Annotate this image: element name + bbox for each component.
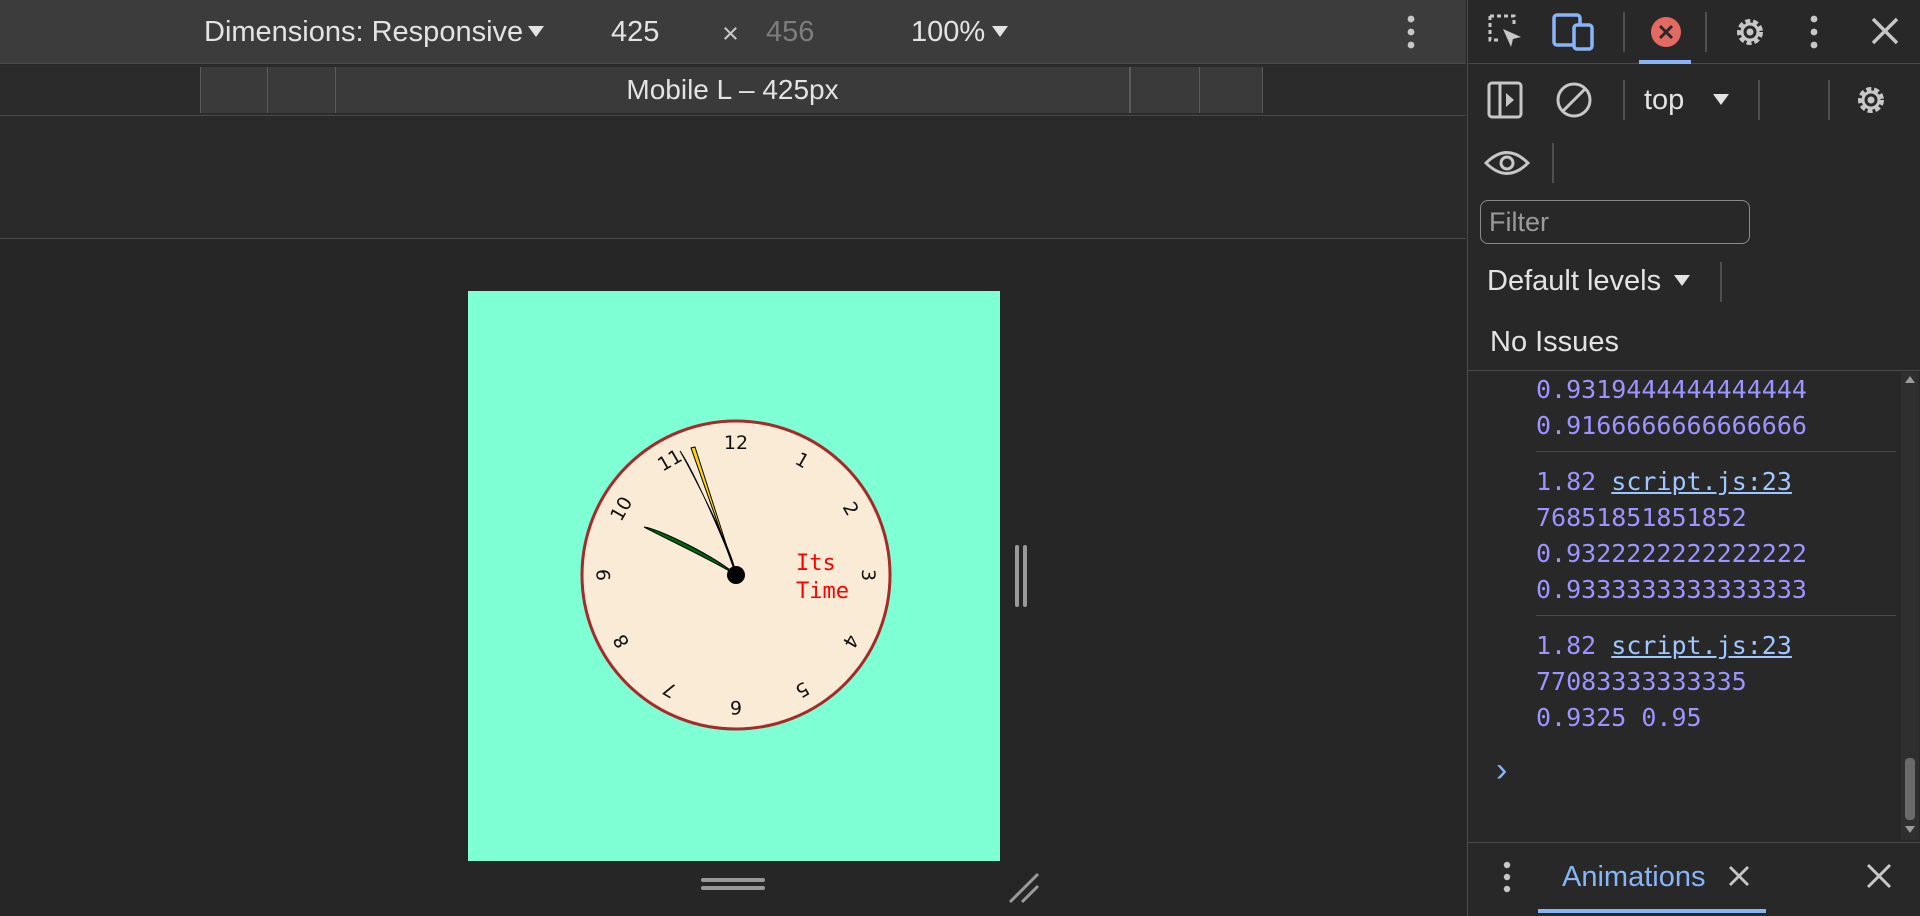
active-tab-indicator bbox=[1639, 60, 1691, 64]
console-prompt-icon[interactable]: › bbox=[1496, 751, 1507, 790]
tab-animations-label: Animations bbox=[1562, 861, 1706, 893]
ruler-segment[interactable] bbox=[267, 67, 336, 113]
close-icon[interactable] bbox=[1868, 14, 1902, 48]
close-tab-icon[interactable] bbox=[1726, 863, 1752, 889]
dimensions-label: Dimensions: Responsive bbox=[204, 16, 524, 48]
close-drawer-icon[interactable] bbox=[1864, 861, 1894, 891]
ruler-segment-mobile-l[interactable]: Mobile L – 425px bbox=[335, 67, 1130, 113]
log-value: 1.82 bbox=[1536, 467, 1597, 496]
dimensions-dropdown[interactable]: Dimensions: Responsive bbox=[204, 16, 523, 49]
issues-counter[interactable]: No Issues bbox=[1490, 326, 1619, 359]
toolbar-separator bbox=[1720, 262, 1722, 302]
resize-handle-bottom-grip[interactable] bbox=[701, 886, 765, 890]
toolbar-separator bbox=[1758, 80, 1760, 120]
scroll-down-icon[interactable] bbox=[1905, 826, 1915, 833]
tab-animations[interactable]: Animations bbox=[1562, 861, 1705, 894]
resize-corner-icon[interactable] bbox=[1006, 870, 1042, 906]
clock-numeral-9: 9 bbox=[593, 569, 615, 581]
zoom-caret-icon bbox=[992, 26, 1008, 37]
devtools-panel: top Default levels No Issues 0.931944444… bbox=[1467, 0, 1920, 916]
log-divider bbox=[1536, 615, 1896, 616]
log-line: 0.9333333333333333 bbox=[1536, 575, 1807, 604]
toolbar-separator bbox=[1705, 12, 1707, 52]
toolbar-separator bbox=[1623, 80, 1625, 120]
height-input[interactable]: 456 bbox=[766, 16, 814, 49]
zoom-label: 100% bbox=[911, 16, 986, 48]
log-line: 1.82 script.js:23 bbox=[1536, 467, 1792, 496]
media-query-bar bbox=[0, 117, 1466, 239]
ruler-segment[interactable] bbox=[200, 67, 268, 113]
ruler-segment[interactable] bbox=[1130, 67, 1200, 113]
log-levels-dropdown[interactable]: Default levels bbox=[1487, 265, 1661, 298]
clock-caption-line2: Time bbox=[796, 579, 849, 604]
console-settings-icon[interactable] bbox=[1851, 80, 1891, 120]
log-line: 0.9166666666666666 bbox=[1536, 411, 1807, 440]
live-expression-eye-icon[interactable] bbox=[1484, 146, 1530, 180]
log-line: 0.9322222222222222 bbox=[1536, 539, 1807, 568]
inspect-element-icon[interactable] bbox=[1486, 12, 1526, 52]
log-line: 0.9319444444444444 bbox=[1536, 375, 1807, 404]
device-preset-label: Mobile L – 425px bbox=[626, 74, 839, 105]
resize-handle-right-grip[interactable] bbox=[1023, 545, 1027, 607]
clock-center-pin bbox=[727, 566, 745, 584]
toolbar-separator bbox=[1552, 143, 1554, 183]
width-input[interactable]: 425 bbox=[611, 16, 659, 49]
device-viewport: 12 1 2 3 4 5 6 7 8 9 10 11 Its Time bbox=[468, 291, 1000, 861]
error-badge-icon[interactable] bbox=[1646, 12, 1686, 52]
drawer-active-tab-indicator bbox=[1538, 909, 1766, 913]
zoom-dropdown[interactable]: 100% bbox=[911, 16, 985, 49]
clock-numeral-3: 3 bbox=[857, 569, 879, 581]
device-toolbar: Dimensions: Responsive 425 × 456 100% bbox=[0, 0, 1466, 64]
drawer-more-icon[interactable] bbox=[1502, 859, 1512, 895]
clear-console-icon[interactable] bbox=[1554, 80, 1594, 120]
log-levels-caret-icon bbox=[1674, 275, 1690, 286]
log-divider bbox=[1536, 451, 1896, 452]
device-emulation-area: Dimensions: Responsive 425 × 456 100% Mo… bbox=[0, 0, 1466, 916]
log-value: 1.82 bbox=[1536, 631, 1597, 660]
console-scrollbar-thumb[interactable] bbox=[1905, 758, 1915, 820]
more-vert-icon[interactable] bbox=[1808, 12, 1820, 52]
log-levels-label: Default levels bbox=[1487, 265, 1662, 297]
settings-icon[interactable] bbox=[1730, 12, 1770, 52]
context-caret-icon bbox=[1713, 94, 1729, 105]
source-link[interactable]: script.js:23 bbox=[1611, 467, 1792, 496]
times-icon: × bbox=[722, 18, 739, 50]
log-line: 1.82 script.js:23 bbox=[1536, 631, 1792, 660]
scroll-up-icon[interactable] bbox=[1905, 376, 1915, 383]
media-query-ruler: Mobile L – 425px bbox=[0, 65, 1466, 116]
show-sidebar-icon[interactable] bbox=[1486, 80, 1524, 120]
device-toolbar-icon[interactable] bbox=[1552, 12, 1596, 52]
context-selector[interactable]: top bbox=[1644, 84, 1684, 117]
clock-numeral-12: 12 bbox=[724, 432, 748, 454]
clock-numeral-6: 6 bbox=[730, 696, 742, 718]
console-filter-input[interactable] bbox=[1480, 200, 1750, 244]
toolbar-separator bbox=[1828, 80, 1830, 120]
toolbar-separator bbox=[1623, 12, 1625, 52]
dimensions-caret-icon bbox=[528, 26, 544, 37]
clock-canvas: 121234567891011 Its Time bbox=[580, 419, 892, 731]
resize-handle-right[interactable] bbox=[1015, 545, 1019, 607]
ruler-segment[interactable] bbox=[1199, 67, 1263, 113]
more-vert-icon[interactable] bbox=[1405, 14, 1417, 50]
devtools-main-toolbar bbox=[1468, 0, 1920, 64]
source-link[interactable]: script.js:23 bbox=[1611, 631, 1792, 660]
console-output: 0.9319444444444444 0.9166666666666666 1.… bbox=[1468, 370, 1920, 841]
resize-handle-bottom[interactable] bbox=[701, 878, 765, 882]
devtools-drawer: Animations bbox=[1468, 842, 1920, 916]
clock-caption-line1: Its bbox=[796, 551, 836, 576]
log-line: 0.9325 0.95 bbox=[1536, 703, 1702, 732]
context-label: top bbox=[1644, 84, 1685, 116]
log-line: 77083333333335 bbox=[1536, 667, 1747, 696]
log-line: 76851851851852 bbox=[1536, 503, 1747, 532]
